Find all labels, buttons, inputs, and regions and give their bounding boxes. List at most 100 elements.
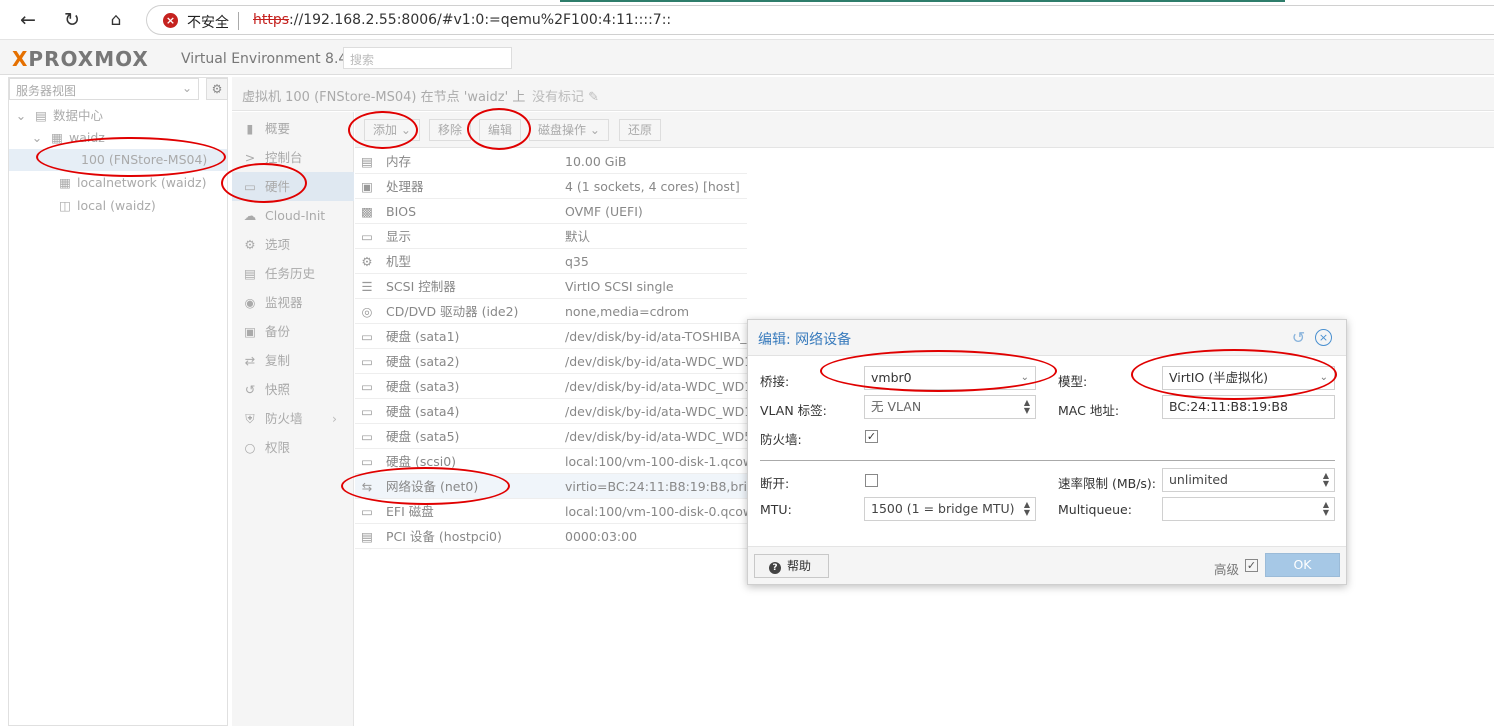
- hardware-name: 硬盘 (sata4): [386, 404, 460, 419]
- annotation-ellipse-hardware: [221, 163, 307, 203]
- hardware-name: 硬盘 (sata3): [386, 379, 460, 394]
- nav-backup[interactable]: ▣ 备份: [232, 317, 354, 346]
- hdd-icon: ▭: [361, 379, 373, 394]
- spinner-icon[interactable]: ▲ ▼: [1024, 399, 1030, 415]
- hardware-value: local:100/vm-100-disk-0.qcow2,: [565, 504, 747, 519]
- reset-icon[interactable]: ↺: [1290, 329, 1307, 346]
- hardware-name: 硬盘 (sata5): [386, 429, 460, 444]
- remove-button[interactable]: 移除: [429, 119, 472, 141]
- expand-chevron-icon[interactable]: ⌄: [29, 127, 45, 149]
- hardware-row[interactable]: ▭ 硬盘 (sata3) /dev/disk/by-id/ata-WDC_WD10: [355, 374, 747, 399]
- hardware-name: 硬盘 (sata2): [386, 354, 460, 369]
- spinner-icon[interactable]: ▲ ▼: [1323, 501, 1329, 517]
- hardware-row[interactable]: ▭ 硬盘 (sata4) /dev/disk/by-id/ata-WDC_WD10: [355, 399, 747, 424]
- rate-limit-field[interactable]: unlimited ▲ ▼: [1162, 468, 1335, 492]
- hdd-icon: ▭: [361, 404, 373, 419]
- hardware-name: 硬盘 (sata1): [386, 329, 460, 344]
- nav-options[interactable]: ⚙ 选项: [232, 230, 354, 259]
- disk-action-button[interactable]: 磁盘操作 ⌄: [529, 119, 609, 141]
- list-icon: ▤: [244, 266, 256, 281]
- proxmox-logo: XPROXMOX: [12, 47, 149, 71]
- nav-label: Cloud-Init: [265, 208, 326, 223]
- multiqueue-label: Multiqueue:: [1058, 502, 1132, 517]
- question-icon: ?: [769, 562, 781, 574]
- back-arrow-icon[interactable]: ←: [16, 8, 40, 32]
- nav-replication[interactable]: ⇄ 复制: [232, 346, 354, 375]
- hardware-row[interactable]: ▭ 硬盘 (sata5) /dev/disk/by-id/ata-WDC_WD50: [355, 424, 747, 449]
- hardware-row[interactable]: ▩ BIOS OVMF (UEFI): [355, 199, 747, 224]
- floppy-icon: ▣: [244, 324, 256, 339]
- bridge-label: 桥接:: [760, 374, 790, 389]
- annotation-ellipse-net0: [341, 467, 510, 505]
- firewall-checkbox[interactable]: ✓: [865, 430, 878, 443]
- help-button[interactable]: ? 帮助: [754, 554, 829, 578]
- multiqueue-field[interactable]: ▲ ▼: [1162, 497, 1335, 521]
- hardware-name: 内存: [386, 154, 412, 169]
- security-status[interactable]: 不安全: [187, 12, 229, 32]
- address-bar[interactable]: × 不安全 https://192.168.2.55:8006/#v1:0:=q…: [146, 5, 1494, 35]
- logo-text: PROXMOX: [28, 47, 149, 71]
- vlan-tag-field[interactable]: 无 VLAN ▲ ▼: [864, 395, 1036, 419]
- loading-line: [560, 0, 1285, 2]
- cogs-icon: ⚙: [361, 254, 373, 269]
- vm-tags[interactable]: 没有标记 ✎: [532, 86, 599, 105]
- nav-label: 快照: [265, 382, 291, 397]
- cloud-icon: ☁: [243, 208, 257, 223]
- nav-label: 概要: [265, 121, 291, 136]
- nav-monitor[interactable]: ◉ 监视器: [232, 288, 354, 317]
- tree-item-label: local (waidz): [77, 198, 156, 213]
- expand-chevron-icon[interactable]: ⌄: [13, 105, 29, 127]
- nav-summary[interactable]: ▮ 概要: [232, 114, 354, 143]
- hardware-value: 0000:03:00: [565, 529, 638, 544]
- server-stack-icon: ▤: [35, 108, 47, 123]
- nav-label: 权限: [265, 440, 291, 455]
- vlan-label: VLAN 标签:: [760, 403, 827, 418]
- spinner-icon[interactable]: ▲ ▼: [1024, 501, 1030, 517]
- advanced-checkbox[interactable]: ✓: [1245, 559, 1258, 572]
- advanced-label: 高级: [1214, 562, 1240, 577]
- hardware-row[interactable]: ◎ CD/DVD 驱动器 (ide2) none,media=cdrom: [355, 299, 747, 324]
- view-selector[interactable]: 服务器视图 ⌄: [9, 78, 199, 100]
- mtu-field[interactable]: 1500 (1 = bridge MTU) ▲ ▼: [864, 497, 1036, 521]
- revert-button[interactable]: 还原: [619, 119, 662, 141]
- nav-task-history[interactable]: ▤ 任务历史: [232, 259, 354, 288]
- tree-item-local-storage[interactable]: ◫ local (waidz): [9, 195, 227, 217]
- pencil-icon[interactable]: ✎: [588, 90, 599, 105]
- chevron-down-icon: ⌄: [589, 123, 600, 137]
- home-icon[interactable]: ⌂: [104, 8, 128, 32]
- hardware-row[interactable]: ☰ SCSI 控制器 VirtIO SCSI single: [355, 274, 747, 299]
- global-search-input[interactable]: 搜索: [343, 47, 512, 69]
- unlock-icon: ○: [244, 440, 256, 455]
- reload-icon[interactable]: ↻: [60, 8, 84, 32]
- hardware-row[interactable]: ▭ 硬盘 (sata2) /dev/disk/by-id/ata-WDC_WD10: [355, 349, 747, 374]
- hardware-value: /dev/disk/by-id/ata-WDC_WD10: [565, 379, 747, 394]
- hardware-value: 4 (1 sockets, 4 cores) [host]: [565, 179, 740, 194]
- chevron-right-icon: ›: [332, 411, 337, 426]
- hardware-row[interactable]: ▭ 显示 默认: [355, 224, 747, 249]
- storage-icon: ◫: [59, 198, 71, 213]
- nav-permissions[interactable]: ○ 权限: [232, 433, 354, 462]
- dialog-divider: [760, 460, 1335, 461]
- hardware-row[interactable]: ▤ PCI 设备 (hostpci0) 0000:03:00: [355, 524, 747, 549]
- close-icon[interactable]: ×: [1315, 329, 1332, 346]
- ok-button[interactable]: OK: [1265, 553, 1340, 577]
- hardware-row[interactable]: ▤ 内存 10.00 GiB: [355, 149, 747, 174]
- nav-firewall[interactable]: ⛨ 防火墙 ›: [232, 404, 354, 433]
- gear-icon[interactable]: ⚙: [206, 78, 228, 100]
- disconnect-label: 断开:: [760, 476, 790, 491]
- spinner-icon[interactable]: ▲ ▼: [1323, 472, 1329, 488]
- disconnect-checkbox[interactable]: [865, 474, 878, 487]
- annotation-ellipse-add: [348, 111, 418, 149]
- tree-item-label: 数据中心: [53, 108, 104, 123]
- hardware-row[interactable]: ▭ 硬盘 (sata1) /dev/disk/by-id/ata-TOSHIBA_D: [355, 324, 747, 349]
- tree-item-datacenter[interactable]: ⌄ ▤ 数据中心: [9, 105, 227, 127]
- dialog-footer: ? 帮助 高级 ✓ OK: [748, 546, 1346, 584]
- hardware-row[interactable]: ⚙ 机型 q35: [355, 249, 747, 274]
- eye-icon: ◉: [244, 295, 256, 310]
- hardware-row[interactable]: ▣ 处理器 4 (1 sockets, 4 cores) [host]: [355, 174, 747, 199]
- url-text[interactable]: https://192.168.2.55:8006/#v1:0:=qemu%2F…: [253, 12, 671, 28]
- logo-x-mark: X: [12, 47, 29, 71]
- nav-cloud-init[interactable]: ☁ Cloud-Init: [232, 201, 354, 230]
- chevron-down-icon: ⌄: [181, 81, 192, 95]
- nav-snapshots[interactable]: ↺ 快照: [232, 375, 354, 404]
